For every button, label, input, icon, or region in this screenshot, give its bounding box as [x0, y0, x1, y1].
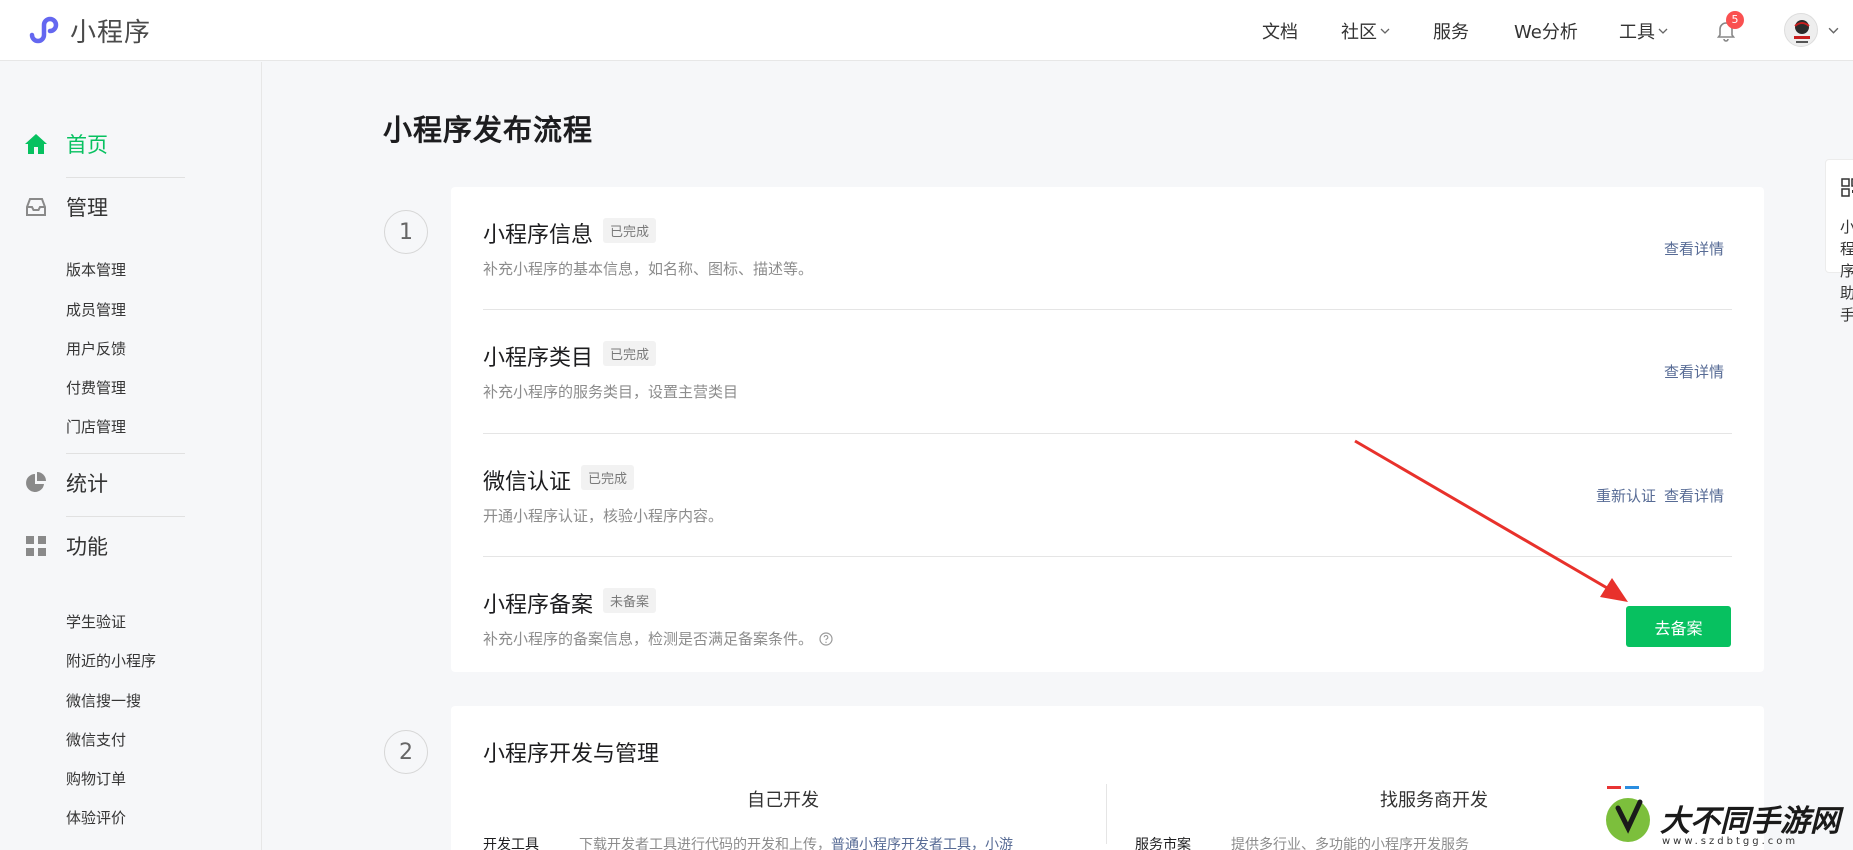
sidebar-item-wechat-search[interactable]: 微信搜一搜: [66, 690, 141, 711]
nav-tools[interactable]: 工具: [1619, 18, 1668, 44]
sidebar-divider: [66, 453, 185, 454]
sidebar-item-user-feedback[interactable]: 用户反馈: [66, 338, 126, 359]
status-badge: 已完成: [603, 341, 657, 366]
sidebar-item-experience-review[interactable]: 体验评价: [66, 807, 126, 828]
reverify-link[interactable]: 重新认证: [1596, 485, 1656, 506]
section-title: 小程序开发与管理: [483, 742, 660, 767]
dev-tools-label: 开发工具: [483, 837, 539, 850]
sidebar: 首页 管理 版本管理 成员管理 用户反馈 付费管理 门店管理 统计 功能 学生验…: [0, 62, 262, 850]
sidebar-item-student-verify[interactable]: 学生验证: [66, 611, 126, 632]
step-number-2: 2: [384, 730, 428, 774]
view-details-link[interactable]: 查看详情: [1664, 238, 1724, 259]
chevron-down-icon: [1658, 28, 1668, 34]
step-1-card: 小程序信息 已完成 补充小程序的基本信息，如名称、图标、描述等。 查看详情 小程…: [451, 187, 1764, 672]
nav-tools-label: 工具: [1619, 22, 1655, 43]
grid-icon: [26, 536, 46, 556]
go-filing-button[interactable]: 去备案: [1626, 606, 1731, 647]
row-description-text: 开通小程序认证，核验小程序内容。: [483, 507, 724, 525]
status-badge: 已完成: [581, 465, 635, 490]
chevron-down-icon[interactable]: [1828, 25, 1839, 36]
row-description: 补充小程序的基本信息，如名称、图标、描述等。: [483, 258, 813, 279]
sidebar-divider: [66, 177, 185, 178]
view-details-link[interactable]: 查看详情: [1664, 361, 1724, 382]
sidebar-item-member-manage[interactable]: 成员管理: [66, 299, 126, 320]
row-miniprogram-filing: 小程序备案 未备案 补充小程序的备案信息，检测是否满足备案条件。: [483, 557, 1732, 672]
row-description: 开通小程序认证，核验小程序内容。: [483, 505, 723, 526]
home-icon: [25, 134, 47, 154]
sidebar-item-payment-manage[interactable]: 付费管理: [66, 377, 126, 398]
dev-tools-link[interactable]: 普通小程序开发者工具: [831, 837, 971, 850]
status-badge: 未备案: [603, 588, 657, 613]
row-description-text: 补充小程序的服务类目，设置主营类目: [483, 383, 739, 401]
inbox-icon: [26, 198, 46, 216]
row-title: 小程序信息: [483, 223, 594, 248]
row-title: 小程序备案: [483, 593, 594, 618]
sidebar-item-nearby-miniprogram[interactable]: 附近的小程序: [66, 650, 156, 671]
row-title: 微信认证: [483, 470, 572, 495]
row-wechat-verification: 微信认证 已完成 开通小程序认证，核验小程序内容。 重新认证 查看详情: [483, 434, 1732, 557]
sidebar-item-home[interactable]: 首页: [24, 129, 108, 159]
chevron-down-icon: [1380, 28, 1390, 34]
sidebar-item-home-label: 首页: [66, 133, 108, 157]
pie-chart-icon: [26, 472, 46, 492]
notification-badge: 5: [1726, 11, 1744, 29]
sidebar-item-manage[interactable]: 管理: [24, 192, 108, 222]
sidebar-item-wechat-pay[interactable]: 微信支付: [66, 729, 126, 750]
nav-community-label: 社区: [1341, 22, 1377, 43]
row-description: 补充小程序的备案信息，检测是否满足备案条件。: [483, 628, 833, 649]
page-title: 小程序发布流程: [383, 113, 594, 147]
row-miniprogram-category: 小程序类目 已完成 补充小程序的服务类目，设置主营类目 查看详情: [483, 310, 1732, 433]
dev-tools-text: 下载开发者工具进行代码的开发和上传，: [579, 837, 831, 850]
column-divider: [1106, 784, 1107, 844]
avatar[interactable]: [1784, 13, 1818, 47]
sidebar-item-shopping-orders[interactable]: 购物订单: [66, 768, 126, 789]
nav-community[interactable]: 社区: [1341, 18, 1390, 44]
watermark-text: 大不同手游网: [1660, 804, 1840, 839]
top-bar: 小程序 文档 社区 服务 We分析 工具 5: [0, 0, 1853, 61]
dev-tools-tail[interactable]: ，小游: [971, 837, 1013, 850]
sidebar-item-store-manage[interactable]: 门店管理: [66, 416, 126, 437]
row-description-text: 补充小程序的基本信息，如名称、图标、描述等。: [483, 260, 814, 278]
watermark-url: www.szdbtgg.com: [1662, 836, 1799, 847]
status-badge: 已完成: [603, 218, 657, 243]
nav-services[interactable]: 服务: [1433, 18, 1469, 44]
sidebar-item-features-label: 功能: [66, 535, 108, 559]
sidebar-item-stats-label: 统计: [66, 472, 108, 496]
column-heading-provider-develop: 找服务商开发: [1380, 790, 1488, 811]
row-miniprogram-info: 小程序信息 已完成 补充小程序的基本信息，如名称、图标、描述等。 查看详情: [483, 187, 1732, 310]
row-description-text: 补充小程序的备案信息，检测是否满足备案条件。: [483, 630, 814, 648]
assistant-label: 小程序助手: [1840, 218, 1853, 324]
help-circle-icon[interactable]: [819, 631, 833, 646]
logo-text[interactable]: 小程序: [70, 12, 151, 49]
avatar-image-icon: [1794, 20, 1810, 43]
sidebar-item-manage-label: 管理: [66, 196, 108, 220]
service-market-text: 提供多行业、多功能的小程序开发服务: [1231, 837, 1469, 850]
sidebar-item-features[interactable]: 功能: [24, 531, 108, 561]
column-heading-self-develop: 自己开发: [747, 790, 819, 811]
logo-icon[interactable]: [24, 11, 62, 49]
service-market-label: 服务市案: [1135, 837, 1191, 850]
nav-we-analytics-label: We分析: [1514, 22, 1578, 43]
sidebar-divider: [66, 516, 185, 517]
step-number-1: 1: [384, 210, 428, 254]
row-title: 小程序类目: [483, 346, 594, 371]
service-market-row: 服务市案 提供多行业、多功能的小程序开发服务: [1135, 834, 1469, 850]
dev-tools-row: 开发工具 下载开发者工具进行代码的开发和上传，普通小程序开发者工具，小游: [483, 834, 1013, 850]
nav-services-label: 服务: [1433, 22, 1469, 43]
row-description: 补充小程序的服务类目，设置主营类目: [483, 381, 738, 402]
qr-code-icon: [1841, 178, 1853, 197]
step-2-card: 小程序开发与管理 自己开发 找服务商开发 开发工具 下载开发者工具进行代码的开发和…: [451, 706, 1764, 850]
nav-docs[interactable]: 文档: [1262, 18, 1298, 44]
sidebar-item-stats[interactable]: 统计: [24, 468, 108, 498]
miniprogram-assistant-panel[interactable]: 小程序助手: [1825, 159, 1853, 324]
nav-docs-label: 文档: [1262, 22, 1298, 43]
sidebar-item-version-manage[interactable]: 版本管理: [66, 259, 126, 280]
nav-we-analytics[interactable]: We分析: [1514, 18, 1578, 44]
view-details-link[interactable]: 查看详情: [1664, 485, 1724, 506]
